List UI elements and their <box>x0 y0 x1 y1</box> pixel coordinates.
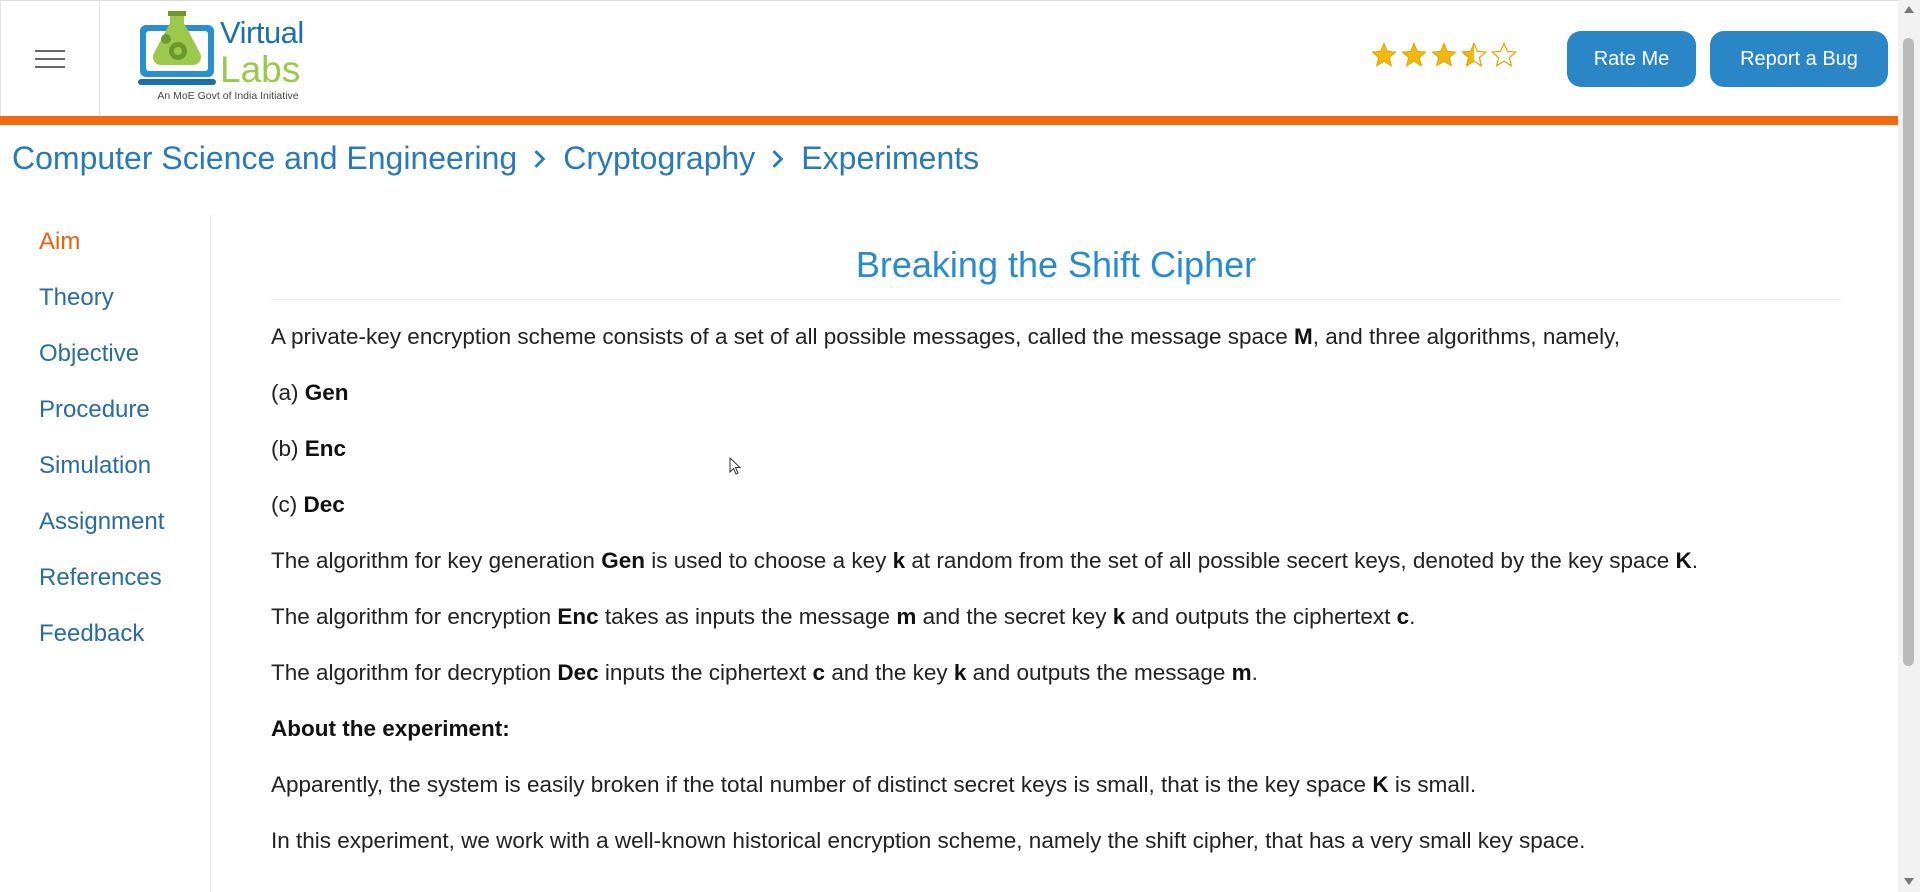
about-paragraph-2: In this experiment, we work with a well-… <box>271 828 1586 853</box>
logo-text-virtual: Virtual <box>220 15 304 50</box>
star-filled-icon[interactable] <box>1370 41 1398 69</box>
star-filled-icon[interactable] <box>1430 41 1458 69</box>
virtual-labs-logo[interactable]: Virtual Labs An MoE Govt of India Initia… <box>138 9 318 107</box>
hamburger-menu-icon[interactable] <box>35 48 65 70</box>
page-title: Breaking the Shift Cipher <box>855 244 1257 285</box>
sidebar-item-aim[interactable]: Aim <box>39 228 80 256</box>
breadcrumb-item-experiments[interactable]: Experiments <box>801 140 979 177</box>
sidebar-item-objective[interactable]: Objective <box>39 340 139 368</box>
title-divider <box>271 299 1841 300</box>
sidebar-item-procedure[interactable]: Procedure <box>39 396 150 424</box>
about-paragraph-1: Apparently, the system is easily broken … <box>271 772 1477 797</box>
logo-text-labs: Labs <box>220 49 301 90</box>
chevron-right-icon <box>534 149 546 168</box>
top-navbar: Virtual Labs An MoE Govt of India Initia… <box>0 0 1898 117</box>
breadcrumb-item-lab[interactable]: Cryptography <box>563 140 755 177</box>
header-accent-bar <box>0 116 1898 125</box>
scroll-down-arrow-icon[interactable] <box>1904 878 1914 885</box>
rate-me-button[interactable]: Rate Me <box>1567 31 1696 87</box>
enc-paragraph: The algorithm for encryption Enc takes a… <box>271 604 1416 629</box>
mouse-cursor-icon <box>729 457 742 475</box>
list-item-gen: (a) Gen <box>271 380 349 405</box>
scroll-up-arrow-icon[interactable] <box>1904 6 1914 13</box>
about-heading: About the experiment: <box>271 716 510 741</box>
rating-stars[interactable] <box>1370 41 1518 69</box>
experiment-sidebar: Aim Theory Objective Procedure Simulatio… <box>0 215 211 892</box>
sidebar-item-feedback[interactable]: Feedback <box>39 620 144 648</box>
report-bug-button[interactable]: Report a Bug <box>1710 31 1888 87</box>
star-empty-icon[interactable] <box>1490 41 1518 69</box>
sidebar-item-theory[interactable]: Theory <box>39 284 114 312</box>
list-item-enc: (b) Enc <box>271 436 347 461</box>
sidebar-item-simulation[interactable]: Simulation <box>39 452 151 480</box>
dec-paragraph: The algorithm for decryption Dec inputs … <box>271 660 1258 685</box>
logo-tagline: An MoE Govt of India Initiative <box>157 90 299 102</box>
breadcrumb-item-department[interactable]: Computer Science and Engineering <box>12 140 517 177</box>
scrollbar-thumb[interactable] <box>1903 38 1914 666</box>
sidebar-item-assignment[interactable]: Assignment <box>39 508 164 536</box>
breadcrumb: Computer Science and Engineering Cryptog… <box>12 140 979 177</box>
chevron-right-icon <box>772 149 784 168</box>
sidebar-item-references[interactable]: References <box>39 564 162 592</box>
gen-paragraph: The algorithm for key generation Gen is … <box>271 548 1699 573</box>
star-half-icon[interactable] <box>1460 41 1488 69</box>
intro-paragraph: A private-key encryption scheme consists… <box>271 324 1620 349</box>
star-filled-icon[interactable] <box>1400 41 1428 69</box>
menu-toggle-container <box>0 1 100 117</box>
flask-logo-icon <box>138 11 216 85</box>
list-item-dec: (c) Dec <box>271 492 345 517</box>
